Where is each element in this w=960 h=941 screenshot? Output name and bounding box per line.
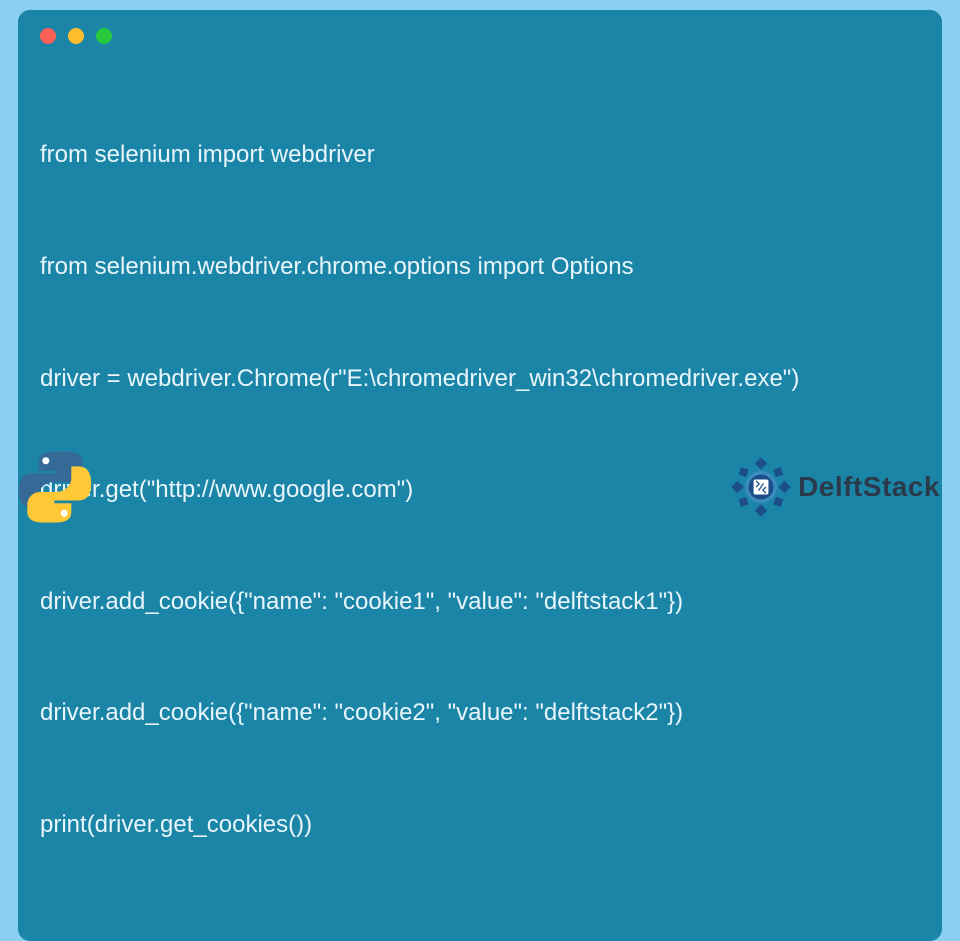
- code-line: driver.add_cookie({"name": "cookie2", "v…: [40, 694, 920, 731]
- code-line: from selenium import webdriver: [40, 136, 920, 173]
- brand-area: DelftStack: [730, 456, 940, 518]
- maximize-icon[interactable]: [96, 28, 112, 44]
- code-line: print(driver.get_cookies()): [40, 806, 920, 843]
- minimize-icon[interactable]: [68, 28, 84, 44]
- window-controls: [40, 28, 920, 44]
- code-line: driver = webdriver.Chrome(r"E:\chromedri…: [40, 360, 920, 397]
- delftstack-emblem-icon: [730, 456, 792, 518]
- code-line: from selenium.webdriver.chrome.options i…: [40, 248, 920, 285]
- code-line: driver.add_cookie({"name": "cookie1", "v…: [40, 583, 920, 620]
- close-icon[interactable]: [40, 28, 56, 44]
- brand-name: DelftStack: [798, 471, 940, 503]
- python-logo-icon: [16, 448, 94, 526]
